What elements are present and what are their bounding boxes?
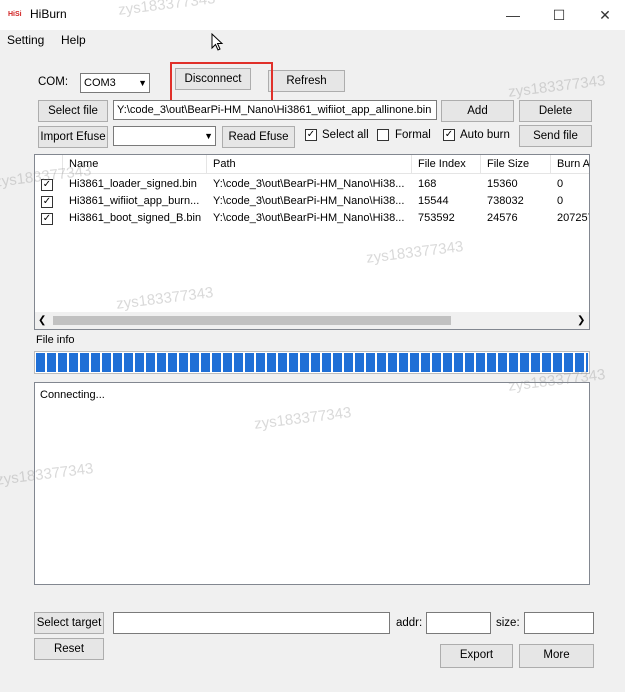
com-select[interactable]: COM3 ▼	[80, 73, 150, 93]
row-size: 24576	[487, 212, 518, 224]
row-path: Y:\code_3\out\BearPi-HM_Nano\Hi38...	[213, 195, 405, 207]
menu-setting[interactable]: Setting	[7, 33, 44, 47]
table-row[interactable]: ✓ Hi3861_wifiiot_app_burn... Y:\code_3\o…	[35, 193, 589, 210]
chevron-down-icon: ▼	[204, 131, 213, 141]
progress-fill	[36, 353, 588, 372]
row-path: Y:\code_3\out\BearPi-HM_Nano\Hi38...	[213, 178, 405, 190]
delete-button[interactable]: Delete	[519, 100, 592, 122]
row-name: Hi3861_wifiiot_app_burn...	[69, 195, 200, 207]
check-icon: ✓	[306, 129, 316, 140]
reset-button[interactable]: Reset	[34, 638, 104, 660]
cursor-icon	[211, 33, 224, 51]
row-size: 15360	[487, 178, 518, 190]
row-path: Y:\code_3\out\BearPi-HM_Nano\Hi38...	[213, 212, 405, 224]
column-header-path[interactable]: Path	[207, 155, 412, 174]
export-button[interactable]: Export	[440, 644, 513, 668]
auto-burn-label: Auto burn	[460, 129, 510, 141]
formal-checkbox[interactable]	[377, 129, 389, 141]
target-field[interactable]	[113, 612, 390, 634]
scroll-right-icon[interactable]: ❯	[577, 312, 585, 329]
scrollbar-thumb[interactable]	[53, 316, 451, 325]
chevron-down-icon: ▼	[138, 78, 147, 88]
file-info-label: File info	[36, 334, 75, 346]
com-label: COM:	[38, 76, 69, 88]
close-icon: ✕	[599, 7, 611, 23]
menu-bar	[0, 30, 625, 52]
column-header-file-size[interactable]: File Size	[481, 155, 551, 174]
efuse-select[interactable]: ▼	[113, 126, 216, 146]
column-header-check[interactable]	[35, 155, 63, 174]
row-name: Hi3861_boot_signed_B.bin	[69, 212, 202, 224]
import-efuse-button[interactable]: Import Efuse	[38, 126, 108, 148]
close-button[interactable]: ✕	[582, 0, 625, 30]
column-header-name[interactable]: Name	[63, 155, 207, 174]
row-index: 753592	[418, 212, 455, 224]
more-button[interactable]: More	[519, 644, 594, 668]
scroll-left-icon[interactable]: ❮	[38, 312, 46, 329]
row-index: 168	[418, 178, 437, 190]
select-file-button[interactable]: Select file	[38, 100, 108, 122]
file-list[interactable]: Name Path File Index File Size Burn A ✓ …	[34, 154, 590, 330]
row-checkbox[interactable]: ✓	[41, 196, 53, 208]
row-burn: 0	[557, 195, 564, 207]
column-header-file-index[interactable]: File Index	[412, 155, 481, 174]
size-label: size:	[496, 617, 520, 629]
log-output[interactable]: Connecting...	[34, 382, 590, 585]
check-icon: ✓	[444, 129, 454, 140]
read-efuse-button[interactable]: Read Efuse	[222, 126, 295, 148]
check-icon: ✓	[42, 213, 52, 224]
app-icon: HiSi	[8, 11, 22, 18]
size-field[interactable]	[524, 612, 594, 634]
horizontal-scrollbar[interactable]: ❮ ❯	[35, 312, 589, 329]
add-button[interactable]: Add	[441, 100, 514, 122]
menu-help[interactable]: Help	[61, 33, 86, 47]
send-file-button[interactable]: Send file	[519, 125, 592, 147]
column-header-burn-addr[interactable]: Burn A	[551, 155, 589, 174]
maximize-icon: ☐	[552, 7, 566, 23]
addr-field[interactable]	[426, 612, 491, 634]
file-path-field[interactable]: Y:\code_3\out\BearPi-HM_Nano\Hi3861_wifi…	[113, 100, 437, 120]
select-all-checkbox[interactable]: ✓	[305, 129, 317, 141]
progress-bar	[34, 351, 590, 374]
table-row[interactable]: ✓ Hi3861_boot_signed_B.bin Y:\code_3\out…	[35, 210, 589, 227]
auto-burn-checkbox[interactable]: ✓	[443, 129, 455, 141]
refresh-button[interactable]: Refresh	[268, 70, 345, 92]
com-value: COM3	[84, 77, 116, 89]
log-text: Connecting...	[40, 389, 105, 401]
select-all-label: Select all	[322, 129, 369, 141]
maximize-button[interactable]: ☐	[536, 0, 582, 30]
check-icon: ✓	[42, 196, 52, 207]
row-checkbox[interactable]: ✓	[41, 213, 53, 225]
row-name: Hi3861_loader_signed.bin	[69, 178, 197, 190]
disconnect-highlight-box	[170, 62, 273, 104]
watermark: zys183377343	[507, 72, 607, 101]
row-burn: 0	[557, 178, 564, 190]
row-checkbox[interactable]: ✓	[41, 179, 53, 191]
minimize-button[interactable]: —	[490, 0, 536, 30]
formal-label: Formal	[395, 129, 431, 141]
window-title: HiBurn	[30, 7, 67, 21]
minimize-icon: —	[506, 7, 520, 23]
addr-label: addr:	[396, 617, 423, 629]
row-size: 738032	[487, 195, 524, 207]
row-burn: 207257	[557, 212, 589, 224]
check-icon: ✓	[42, 179, 52, 190]
table-row[interactable]: ✓ Hi3861_loader_signed.bin Y:\code_3\out…	[35, 176, 589, 193]
row-index: 15544	[418, 195, 449, 207]
select-target-button[interactable]: Select target	[34, 612, 104, 634]
